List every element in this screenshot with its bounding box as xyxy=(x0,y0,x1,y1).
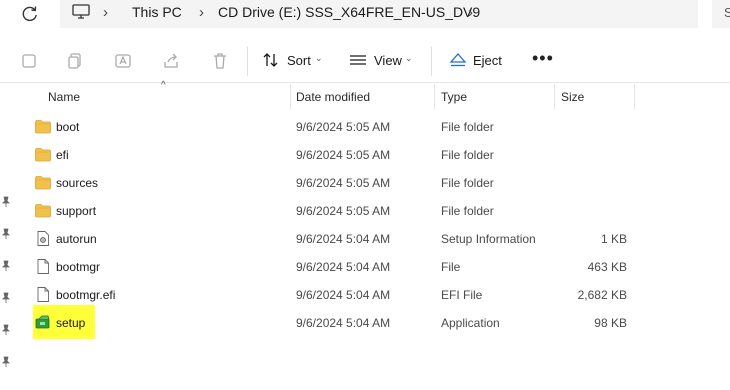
view-list-icon xyxy=(350,55,366,65)
cut-icon[interactable] xyxy=(20,52,38,70)
file-size: 98 KB xyxy=(594,316,627,330)
column-header-type[interactable]: Type xyxy=(435,84,554,110)
chevron-down-icon: ⌄ xyxy=(315,53,323,63)
eject-icon xyxy=(449,53,467,67)
file-name: autorun xyxy=(56,232,97,246)
file-date-modified: 9/6/2024 5:04 AM xyxy=(296,316,391,330)
file-row[interactable]: bootmgr.efi 9/6/2024 5:04 AM EFI File 2,682… xyxy=(33,281,633,309)
eject-button[interactable]: Eject xyxy=(449,50,509,72)
file-row[interactable]: boot 9/6/2024 5:05 AM File folder xyxy=(33,113,633,141)
file-row[interactable]: setup 9/6/2024 5:04 AM Application 98 KB xyxy=(33,305,633,339)
file-type: EFI File xyxy=(441,288,483,302)
file-row[interactable]: bootmgr 9/6/2024 5:04 AM File 463 KB xyxy=(33,253,633,281)
copy-icon[interactable] xyxy=(66,52,84,70)
file-size: 2,682 KB xyxy=(577,288,627,302)
search-box[interactable]: S xyxy=(712,0,730,28)
file-size: 1 KB xyxy=(600,232,627,246)
column-header-label: Date modified xyxy=(296,90,371,104)
file-row[interactable]: sources 9/6/2024 5:05 AM File folder xyxy=(33,169,633,197)
folder-icon xyxy=(35,175,51,190)
file-name: bootmgr.efi xyxy=(56,288,116,302)
chevron-right-icon[interactable]: › xyxy=(103,4,108,21)
pin-icon[interactable] xyxy=(1,356,11,368)
folder-icon xyxy=(35,147,51,162)
file-type: File folder xyxy=(441,120,494,134)
pin-icon[interactable] xyxy=(1,260,11,272)
breadcrumb-cd-drive[interactable]: CD Drive (E:) SSS_X64FRE_EN-US_DV9 xyxy=(218,4,480,20)
file-type: Setup Information xyxy=(441,232,536,246)
file-date-modified: 9/6/2024 5:05 AM xyxy=(296,204,391,218)
file-name: support xyxy=(56,204,97,218)
view-label: View xyxy=(374,53,402,68)
search-placeholder: S xyxy=(724,5,730,20)
setup-app-icon xyxy=(35,315,51,330)
pin-icon[interactable] xyxy=(1,196,11,208)
file-date-modified: 9/6/2024 5:04 AM xyxy=(296,260,391,274)
file-date-modified: 9/6/2024 5:05 AM xyxy=(296,148,391,162)
eject-label: Eject xyxy=(473,53,502,68)
column-divider[interactable] xyxy=(634,84,635,110)
more-options-button[interactable]: ••• xyxy=(532,48,554,69)
pin-icon[interactable] xyxy=(1,324,11,336)
column-header-size[interactable]: Size xyxy=(555,84,634,110)
computer-icon xyxy=(72,4,90,19)
column-header-label: Type xyxy=(441,90,468,104)
address-bar: › This PC › CD Drive (E:) SSS_X64FRE_EN-… xyxy=(0,0,730,36)
file-row[interactable]: autorun 9/6/2024 5:04 AM Setup Information… xyxy=(33,225,633,253)
file-icon xyxy=(35,259,51,274)
column-header-label: Size xyxy=(561,90,585,104)
chevron-right-icon[interactable]: › xyxy=(468,4,473,21)
breadcrumb-this-pc[interactable]: This PC xyxy=(132,4,182,20)
command-bar: Sort ⌄ View ⌄ Eject xyxy=(0,40,730,83)
column-header-name[interactable]: Name xyxy=(42,84,290,110)
file-name: setup xyxy=(56,316,86,330)
share-icon[interactable] xyxy=(162,52,180,70)
file-type: File folder xyxy=(441,176,494,190)
chevron-down-icon: ⌄ xyxy=(405,53,413,63)
folder-icon xyxy=(35,203,51,218)
rename-icon[interactable] xyxy=(114,52,132,70)
sort-button[interactable]: Sort ⌄ xyxy=(262,50,324,72)
view-button[interactable]: View ⌄ xyxy=(349,50,417,72)
file-type: File folder xyxy=(441,204,494,218)
file-row[interactable]: efi 9/6/2024 5:05 AM File folder xyxy=(33,141,633,169)
file-row[interactable]: support 9/6/2024 5:05 AM File folder xyxy=(33,197,633,225)
breadcrumb[interactable]: › This PC › CD Drive (E:) SSS_X64FRE_EN-… xyxy=(60,0,698,28)
settings-file-icon xyxy=(35,231,51,246)
sort-label: Sort xyxy=(287,53,311,68)
file-date-modified: 9/6/2024 5:05 AM xyxy=(296,120,391,134)
toolbar-divider xyxy=(247,46,248,76)
file-date-modified: 9/6/2024 5:04 AM xyxy=(296,232,391,246)
folder-icon xyxy=(35,119,51,134)
navigation-pane-edge xyxy=(0,84,16,390)
refresh-icon[interactable] xyxy=(20,4,40,24)
chevron-right-icon[interactable]: › xyxy=(199,4,204,21)
column-header-label: Name xyxy=(48,90,81,104)
sort-icon xyxy=(263,53,278,67)
file-date-modified: 9/6/2024 5:04 AM xyxy=(296,288,391,302)
column-header-date[interactable]: Date modified xyxy=(290,84,434,110)
file-icon xyxy=(35,287,51,302)
file-name: sources xyxy=(56,176,99,190)
file-type: Application xyxy=(441,316,500,330)
pin-icon[interactable] xyxy=(1,292,11,304)
file-size: 463 KB xyxy=(587,260,627,274)
file-date-modified: 9/6/2024 5:05 AM xyxy=(296,176,391,190)
file-name: bootmgr xyxy=(56,260,101,274)
file-name: boot xyxy=(56,120,80,134)
file-type: File folder xyxy=(441,148,494,162)
delete-icon[interactable] xyxy=(211,52,229,70)
pin-icon[interactable] xyxy=(1,228,11,240)
toolbar-divider xyxy=(431,46,432,76)
file-type: File xyxy=(441,260,461,274)
file-name: efi xyxy=(56,148,69,162)
